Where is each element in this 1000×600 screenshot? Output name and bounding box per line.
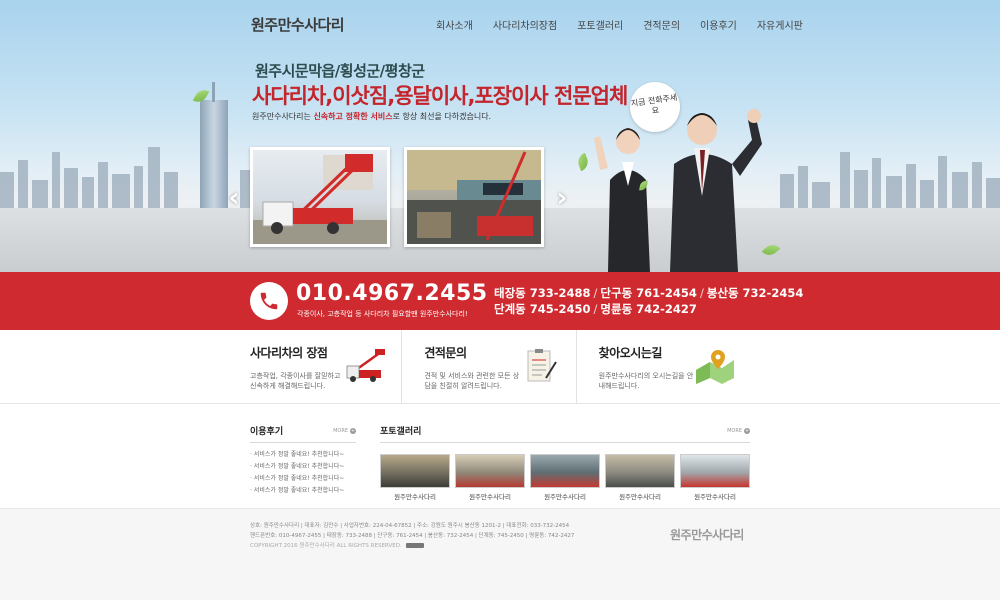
gallery-thumb[interactable]: 원주만수사다리 — [680, 454, 750, 501]
feature-estimate[interactable]: 견적문의 견적 및 서비스와 관련한 모든 상담을 친절히 알려드립니다. — [402, 330, 577, 403]
footer-info-line: 핸드폰번호: 010-4967-2455 | 태장동: 733-2488 | 단… — [250, 533, 575, 539]
gallery-thumb[interactable]: 원주만수사다리 — [380, 454, 450, 501]
gallery-thumb-image — [605, 454, 675, 488]
nav-item-reviews[interactable]: 이용후기 — [690, 17, 747, 32]
feature-section: 사다리차의 장점 고층작업, 각종이사를 잘믿하고 신속하게 해결해드립니다. … — [250, 330, 750, 403]
gallery-thumb-caption: 원주만수사다리 — [544, 493, 586, 501]
main-phone-number[interactable]: 010.4967.2455 — [296, 281, 488, 306]
admin-badge[interactable] — [405, 543, 424, 548]
review-list: 서비스가 정말 좋네요! 추천합니다~ 서비스가 정말 좋네요! 추천합니다~ … — [250, 449, 356, 497]
ladder-truck-icon — [346, 349, 386, 382]
branch-separator: / — [593, 286, 598, 300]
hero-desc-suffix: 로 항상 최선을 다하겠습니다. — [392, 112, 492, 121]
gallery-thumb-image — [530, 454, 600, 488]
footer-info-line: 상호: 원주만수사다리 | 대표자: 김만수 | 사업자번호: 224-04-6… — [250, 523, 570, 529]
branch-phone[interactable]: 단계동 745-2450 — [494, 302, 591, 316]
gallery-thumb-image — [455, 454, 525, 488]
gallery-board-title[interactable]: 포토갤러리 — [380, 424, 421, 437]
slider-next-button[interactable]: › — [552, 183, 572, 213]
building-work-illustration — [407, 150, 541, 244]
review-item[interactable]: 서비스가 정말 좋네요! 추천합니다~ — [250, 461, 356, 473]
gallery-thumb-image — [380, 454, 450, 488]
feature-description: 원주만수사다리의 오시는길을 안내해드립니다. — [598, 372, 694, 390]
branch-separator: / — [593, 302, 598, 316]
hero-subtitle: 원주시문막읍/횡성군/평창군 — [255, 62, 425, 80]
section-divider — [0, 403, 1000, 404]
phone-icon — [260, 292, 278, 310]
site-footer: 상호: 원주만수사다리 | 대표자: 김만수 | 사업자번호: 224-04-6… — [0, 508, 1000, 600]
gallery-thumb-caption: 원주만수사다리 — [619, 493, 661, 501]
gallery-thumb-caption: 원주만수사다리 — [694, 493, 736, 501]
gallery-thumb[interactable]: 원주만수사다리 — [530, 454, 600, 501]
review-item[interactable]: 서비스가 정말 좋네요! 추천합니다~ — [250, 473, 356, 485]
phone-note: 각종이사, 고층작업 등 사다리차 필요할땐 원주만수사다리! — [297, 310, 468, 318]
hero-description: 원주만수사다리는 신속하고 정확한 서비스로 항상 최선을 다하겠습니다. — [252, 111, 491, 122]
hero-desc-highlight: 신속하고 정확한 서비스 — [313, 112, 393, 121]
ladder-truck-illustration — [253, 154, 387, 244]
business-people-image — [594, 109, 762, 272]
slide-image-street-building[interactable] — [404, 147, 544, 247]
branch-separator: / — [699, 286, 704, 300]
nav-item-gallery[interactable]: 포토갤러리 — [567, 17, 633, 32]
branch-row-2: 단계동 745-2450/명륜동 742-2427 — [494, 301, 803, 317]
clipboard-icon — [527, 349, 557, 382]
nav-item-company[interactable]: 회사소개 — [436, 17, 483, 32]
nav-item-advantages[interactable]: 사다리차의장점 — [483, 17, 567, 32]
gallery-thumbnails: 원주만수사다리 원주만수사다리 원주만수사다리 원주만수사다리 원주만수사다리 — [380, 454, 750, 501]
branch-phone[interactable]: 태장동 733-2488 — [494, 286, 591, 300]
feature-description: 고층작업, 각종이사를 잘믿하고 신속하게 해결해드립니다. — [250, 372, 341, 390]
nav-item-board[interactable]: 자유게시판 — [747, 17, 813, 32]
review-item[interactable]: 서비스가 정말 좋네요! 추천합니다~ — [250, 449, 356, 461]
branch-phone[interactable]: 단구동 761-2454 — [600, 286, 697, 300]
plus-icon: + — [744, 427, 750, 434]
copyright-text: COPYRIGHT 2016 원주만수사다리 ALL RIGHTS RESERV… — [250, 543, 402, 549]
gallery-thumb-caption: 원주만수사다리 — [394, 493, 436, 501]
review-board-title[interactable]: 이용후기 — [250, 424, 283, 437]
feature-description: 견적 및 서비스와 관련한 모든 상담을 친절히 알려드립니다. — [424, 372, 520, 390]
slide-image-ladder-truck[interactable] — [250, 147, 390, 247]
review-board-header: 이용후기 MORE + — [250, 424, 356, 443]
hero-headline: 사다리차,이삿짐,용달이사,포장이사 전문업체 — [252, 84, 628, 108]
plus-icon: + — [350, 427, 356, 434]
branch-phone[interactable]: 봉산동 732-2454 — [707, 286, 804, 300]
main-navigation: 회사소개 사다리차의장점 포토갤러리 견적문의 이용후기 자유게시판 — [436, 17, 813, 32]
review-board: 이용후기 MORE+ 서비스가 정말 좋네요! 추천합니다~ 서비스가 정말 좋… — [250, 424, 356, 497]
gallery-board-header: 포토갤러리 MORE + — [380, 424, 750, 443]
branch-row-1: 태장동 733-2488/단구동 761-2454/봉산동 732-2454 — [494, 285, 803, 301]
feature-advantages[interactable]: 사다리차의 장점 고층작업, 각종이사를 잘믿하고 신속하게 해결해드립니다. — [250, 330, 403, 403]
more-label: MORE — [333, 427, 348, 434]
site-logo[interactable]: 원주만수사다리 — [251, 14, 345, 35]
feature-location[interactable]: 찾아오시는길 원주만수사다리의 오시는길을 안내해드립니다. — [577, 330, 750, 403]
gallery-thumb[interactable]: 원주만수사다리 — [455, 454, 525, 501]
nav-item-estimate[interactable]: 견적문의 — [633, 17, 690, 32]
gallery-thumb-caption: 원주만수사다리 — [469, 493, 511, 501]
review-item[interactable]: 서비스가 정말 좋네요! 추천합니다~ — [250, 485, 356, 497]
hero-banner: 원주만수사다리 회사소개 사다리차의장점 포토갤러리 견적문의 이용후기 자유게… — [0, 0, 1000, 272]
footer-logo: 원주만수사다리 — [670, 528, 744, 542]
slider-prev-button[interactable]: ‹ — [224, 183, 244, 213]
footer-info: 상호: 원주만수사다리 | 대표자: 김만수 | 사업자번호: 224-04-6… — [250, 521, 574, 551]
more-label: MORE — [727, 427, 742, 434]
phone-icon-circle — [250, 282, 288, 320]
photo-gallery-board: 포토갤러리 MORE + 원주만수사다리 원주만수사다리 원주만수사다리 원주만수… — [380, 424, 750, 501]
footer-copyright: COPYRIGHT 2016 원주만수사다리 ALL RIGHTS RESERV… — [250, 541, 574, 551]
gallery-more-button[interactable]: MORE + — [727, 427, 750, 434]
hero-desc-prefix: 원주만수사다리는 — [252, 112, 314, 121]
map-pin-icon — [695, 350, 734, 384]
branch-phone[interactable]: 명륜동 742-2427 — [600, 302, 697, 316]
branch-phone-list: 태장동 733-2488/단구동 761-2454/봉산동 732-2454 단… — [494, 285, 803, 317]
review-more-button[interactable]: MORE + — [333, 427, 356, 434]
gallery-thumb-image — [680, 454, 750, 488]
gallery-thumb[interactable]: 원주만수사다리 — [605, 454, 675, 501]
